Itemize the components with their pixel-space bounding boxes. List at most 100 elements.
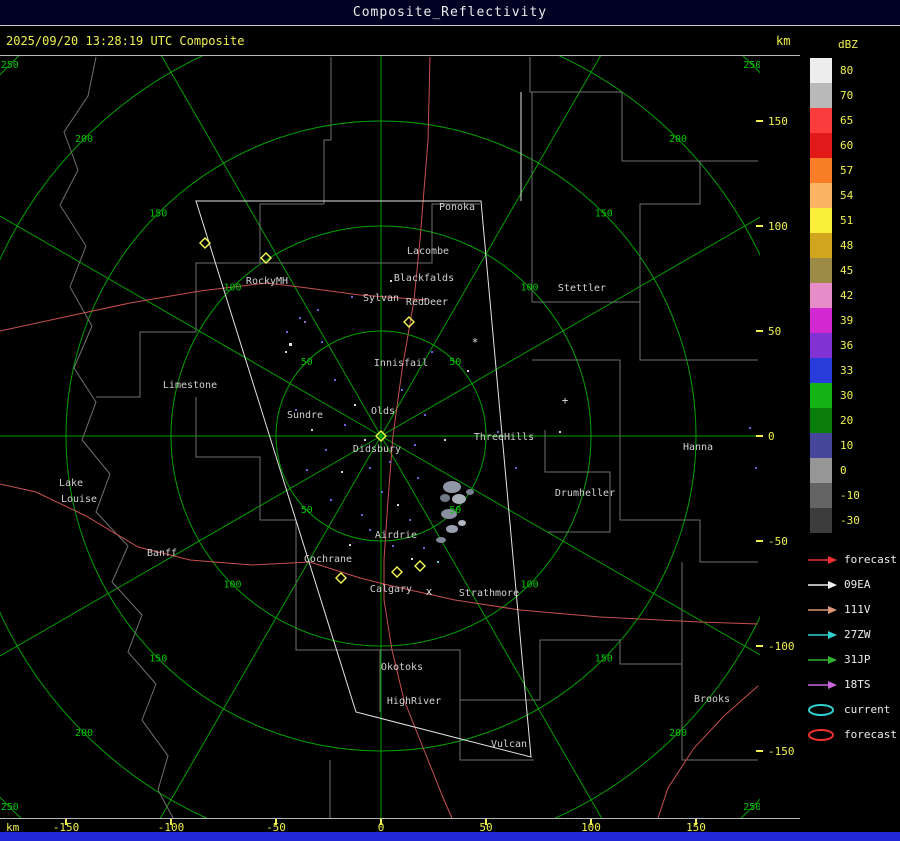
legend-panel: dBZ 80 70 65 60 57 54 51 48 45 42 39 36 33 30 20 10 0 -10…: [800, 26, 900, 832]
echo-blob: [452, 494, 466, 504]
city-label-innisfail: Innisfail: [374, 358, 428, 369]
dot-symbol: [289, 343, 292, 346]
echo-dot: [341, 471, 343, 473]
dbz-value-label: 48: [840, 239, 854, 252]
dbz-scale-row: 70: [810, 83, 900, 108]
dbz-scale-row: 60: [810, 133, 900, 158]
dbz-value-label: 42: [840, 289, 854, 302]
dbz-color-swatch: [810, 433, 832, 458]
dbz-color-swatch: [810, 458, 832, 483]
dbz-scale-row: 0: [810, 458, 900, 483]
radar-map-canvas[interactable]: 50 50 50 50 100 100 100 100 150 150 150 150 200 200 20…: [0, 56, 800, 833]
dbz-scale-row: 57: [810, 158, 900, 183]
echo-dot: [424, 414, 426, 416]
dbz-color-swatch: [810, 508, 832, 533]
track-legend-row: 31JP: [806, 647, 900, 672]
dbz-scale-row: 65: [810, 108, 900, 133]
right-axis-label: -150: [768, 745, 795, 758]
ring-distance-label: 50: [301, 357, 313, 368]
city-label-airdrie: Airdrie: [375, 530, 417, 541]
boundary-line: [532, 301, 758, 361]
track-legend-row: 27ZW: [806, 622, 900, 647]
right-axis-label: 150: [768, 115, 788, 128]
echo-dot: [299, 317, 301, 319]
track-legend-row: forecast: [806, 547, 900, 572]
echo-dot: [437, 561, 439, 563]
echo-dot: [397, 504, 399, 506]
city-label-threehills: ThreeHills: [474, 432, 534, 443]
dbz-value-label: -30: [840, 514, 860, 527]
dbz-scale-row: 48: [810, 233, 900, 258]
echo-dot: [423, 547, 425, 549]
ring-distance-label: 150: [595, 654, 613, 665]
track-legend-row: current: [806, 697, 900, 722]
echo-dot: [364, 439, 366, 441]
echo-dot: [411, 558, 413, 560]
right-axis-label: -50: [768, 535, 788, 548]
echo-dot: [755, 467, 757, 469]
echo-dot: [431, 351, 433, 353]
city-label-hanna: Hanna: [683, 442, 713, 453]
city-label-highriver: HighRiver: [387, 696, 441, 707]
dbz-color-swatch: [810, 183, 832, 208]
track-legend-row: 09EA: [806, 572, 900, 597]
city-label-rockymh: RockyMH: [246, 276, 288, 287]
status-datetime: 2025/09/20 13:28:19 UTC Composite: [6, 34, 245, 48]
radar-site-marker: [391, 566, 403, 578]
dbz-color-swatch: [810, 333, 832, 358]
city-label-ponoka: Ponoka: [439, 202, 475, 213]
boundary-line: [544, 430, 611, 533]
track-arrow-icon: [808, 655, 837, 664]
dbz-scale-row: 80: [810, 58, 900, 83]
echo-dot: [409, 519, 411, 521]
ring-distance-label: 200: [669, 728, 687, 739]
echo-dot: [390, 280, 392, 282]
dbz-value-label: 70: [840, 89, 854, 102]
track-label: 27ZW: [844, 628, 871, 641]
dbz-value-label: 54: [840, 189, 854, 202]
right-axis-label: 0: [768, 430, 775, 443]
track-legend-row: forecast: [806, 722, 900, 747]
city-label-sylvan: Sylvan: [363, 293, 399, 304]
dbz-color-scale: 80 70 65 60 57 54 51 48 45 42 39 36 33 30 20 10 0 -10 -30: [800, 58, 900, 533]
echo-dot: [369, 529, 371, 531]
ring-distance-label: 150: [595, 208, 613, 219]
x-symbol: x: [426, 585, 433, 598]
echo-dot: [311, 429, 313, 431]
echo-dot: [401, 389, 403, 391]
city-label-sundre: Sundre: [287, 410, 323, 421]
echo-dot: [286, 331, 288, 333]
dbz-color-swatch: [810, 233, 832, 258]
city-label-olds: Olds: [371, 406, 395, 417]
dbz-color-swatch: [810, 158, 832, 183]
ring-distance-label: 100: [223, 579, 241, 590]
dbz-value-label: -10: [840, 489, 860, 502]
city-label-lacombe: Lacombe: [407, 246, 449, 257]
boundary-line: [681, 664, 758, 761]
track-label: current: [844, 703, 891, 716]
echo-dot: [321, 341, 323, 343]
ring-distance-label: 150: [149, 208, 167, 219]
axis-labels: 150100500-50-100-150-150 -100 -50 0 50 100 150: [53, 115, 795, 833]
city-label-calgary: Calgary: [370, 584, 412, 595]
dbz-scale-row: 30: [810, 383, 900, 408]
dbz-color-swatch: [810, 258, 832, 283]
track-arrow-icon: [808, 580, 837, 589]
city-label-vulcan: Vulcan: [491, 739, 527, 750]
city-label-didsbury: Didsbury: [353, 444, 401, 455]
ring-distance-label: 200: [75, 134, 93, 145]
city-label-drumheller: Drumheller: [555, 488, 615, 499]
range-spoke: [380, 435, 603, 818]
city-label-limestone: Limestone: [163, 380, 217, 391]
echo-dot: [285, 351, 287, 353]
ring-distance-label: 50: [301, 505, 313, 516]
echo-dot: [334, 379, 336, 381]
city-label-brooks: Brooks: [694, 694, 730, 705]
echo-dot: [344, 424, 346, 426]
ring-distance-label: 50: [449, 505, 461, 516]
ring-distance-label: 250: [743, 60, 761, 71]
echo-dot: [444, 439, 446, 441]
dbz-color-swatch: [810, 83, 832, 108]
highway-line: [0, 282, 428, 332]
dbz-scale-row: 54: [810, 183, 900, 208]
